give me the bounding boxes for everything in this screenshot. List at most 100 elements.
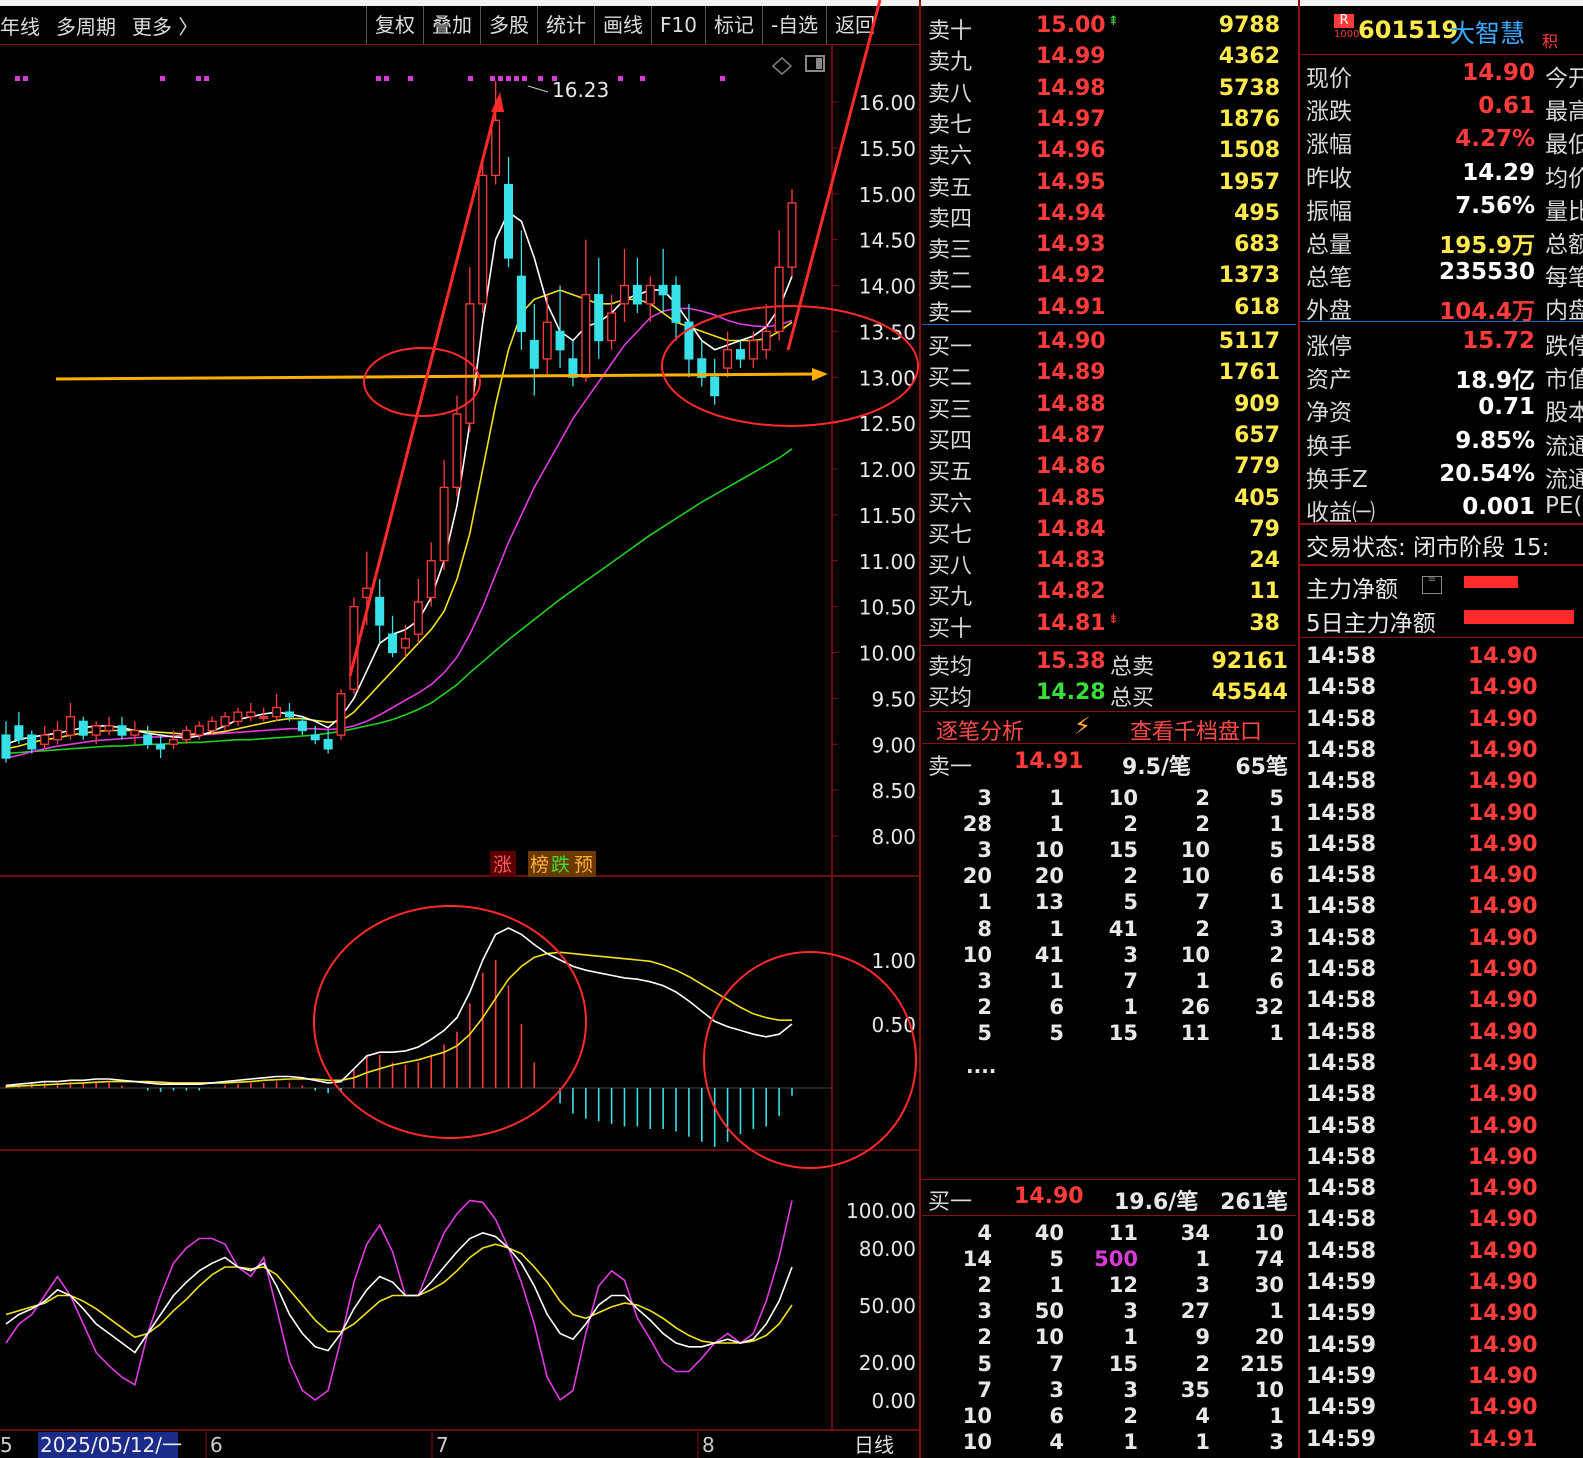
ask-level-row[interactable]: 卖七 14.97 1876 <box>922 106 1296 138</box>
bid-level-label: 买二 <box>928 366 973 392</box>
queue-cell: 1 <box>977 890 992 915</box>
ranking-tag[interactable]: 榜 <box>530 854 549 876</box>
bid-level-row[interactable]: 买五 14.86 779 <box>922 453 1296 485</box>
bid-level-price: 14.89 <box>1036 360 1106 386</box>
diamond-icon[interactable] <box>771 56 793 76</box>
panel-toggle-icon-fill <box>816 58 822 69</box>
queue-cell: 26 <box>1180 994 1210 1019</box>
ask-level-row[interactable]: 卖三 14.93 683 <box>922 231 1296 263</box>
queue-row: 10 4 1 1 3 <box>922 1430 1296 1456</box>
stat-label: 振幅 <box>1306 198 1352 225</box>
stat-label-secondary: 今开 <box>1545 66 1583 92</box>
stat-label-secondary: 总额 <box>1545 232 1583 258</box>
lightning-icon[interactable]: ⚡ <box>1074 712 1091 740</box>
ask-level-row[interactable]: 卖九 14.99 4362 <box>922 43 1296 75</box>
forecast-tag[interactable]: 预 <box>574 854 593 876</box>
price-tick-label: 11.00 <box>859 550 916 574</box>
ask-level-row[interactable]: 卖六 14.96 1508 <box>922 137 1296 170</box>
bid-level-row[interactable]: 买六 14.85 405 <box>922 485 1296 517</box>
ask-level-label: 卖十 <box>928 19 973 44</box>
ask-level-volume: 1957 <box>1218 169 1280 195</box>
bid-level-volume: 38 <box>1249 610 1280 636</box>
stock-badge-bottom: 1000 <box>1334 29 1360 40</box>
queue-cell: 3 <box>977 838 992 863</box>
tick-time: 14:58 <box>1306 957 1377 982</box>
candle-body <box>156 743 166 750</box>
bid-level-row[interactable]: 买九 14.82 11 <box>922 578 1296 610</box>
queue-cell: 10 <box>1180 838 1210 863</box>
tick-analysis-tab[interactable]: 逐笔分析 <box>936 714 1024 746</box>
tabs-bottom-divider <box>922 743 1296 744</box>
ask-level-label: 卖六 <box>928 144 973 170</box>
ask-level-row[interactable]: 卖八 14.98 5738 <box>922 75 1296 107</box>
tick-row: 14:58 14.90 <box>1300 1237 1570 1268</box>
bid-level-row[interactable]: 买二 14.89 1761 <box>922 359 1296 392</box>
tick-time: 14:58 <box>1306 644 1377 669</box>
candle-body <box>787 202 797 268</box>
queue-cell: 3 <box>977 968 992 993</box>
stat-row: 涨跌 0.61 最高 <box>1300 91 1583 125</box>
candlesticks <box>1 80 797 763</box>
tick-time: 14:59 <box>1306 1332 1377 1358</box>
bid-level-row[interactable]: 买七 14.84 79 <box>922 516 1296 548</box>
period-label[interactable]: 日线 <box>854 1433 894 1457</box>
bid-queue-label: 买一 <box>928 1190 973 1215</box>
bid-level-row[interactable]: 买四 14.87 657 <box>922 422 1296 454</box>
bid-level-row[interactable]: 买三 14.88 909 <box>922 391 1296 423</box>
queue-cell: 6 <box>1049 994 1064 1019</box>
tick-time: 14:58 <box>1306 769 1377 795</box>
ask-queue-more[interactable]: .... <box>966 1054 996 1078</box>
queue-row: 10 6 2 4 1 <box>922 1404 1296 1430</box>
ask-level-row[interactable]: 卖五 14.95 1957 <box>922 169 1296 201</box>
tick-price: 14.90 <box>1468 769 1538 795</box>
bid-level-row[interactable]: 买十 14.81 ⇟ 38 <box>922 610 1296 642</box>
tick-price: 14.90 <box>1468 706 1538 732</box>
bid-level-volume: 11 <box>1249 579 1280 605</box>
queue-cell: 1 <box>1123 1429 1138 1454</box>
bid-level-row[interactable]: 买八 14.83 24 <box>922 547 1296 579</box>
queue-cell: 10 <box>1034 1325 1064 1350</box>
kline-chart-area[interactable]: 16.0015.5015.0014.5014.0013.5013.0012.50… <box>0 0 922 1458</box>
ask-queue-header: 卖一 14.91 9.5/笔 65笔 <box>922 748 1296 780</box>
ask-level-row[interactable]: 卖二 14.92 1373 <box>922 262 1296 294</box>
drop-tag[interactable]: 跌 <box>551 854 570 876</box>
order-book: 卖十 15.00 ⇞ 9788 卖九 14.99 4362 卖八 14.98 5738 卖七 14.9… <box>922 8 1296 1458</box>
ask-level-volume: 1508 <box>1218 138 1280 164</box>
limit-up-tag[interactable]: 涨 <box>493 854 512 876</box>
buy-average-row: 买均 14.28 总买 45544 <box>922 679 1296 711</box>
tick-row: 14:58 14.90 <box>1300 1080 1570 1111</box>
depth-view-tab[interactable]: 查看千档盘口 <box>1130 714 1262 746</box>
tick-price: 14.90 <box>1468 1207 1538 1233</box>
candle-body <box>233 711 243 722</box>
queue-cell: 40 <box>1034 1221 1064 1245</box>
date-tick-left: 5 <box>0 1433 13 1457</box>
queue-cell: 10 <box>1108 786 1138 810</box>
stat-value: 235530 <box>1438 259 1535 286</box>
bid-level-volume: 779 <box>1234 454 1280 480</box>
ask-level-row[interactable]: 卖十 15.00 ⇞ 9788 <box>922 12 1296 44</box>
queue-cell: 10 <box>1180 864 1210 889</box>
queue-cell: 3 <box>1269 1429 1284 1454</box>
bid-level-row[interactable]: 买一 14.90 5117 <box>922 328 1296 360</box>
candle-body <box>284 711 294 718</box>
ask-level-price: 14.96 <box>1036 138 1106 164</box>
price-tick-label: 9.00 <box>871 733 916 757</box>
stat-value: 14.90 <box>1462 60 1535 86</box>
ask-level-row[interactable]: 卖四 14.94 495 <box>922 200 1296 232</box>
candle-body <box>14 725 24 741</box>
queue-cell: 10 <box>962 942 992 967</box>
ask-level-row[interactable]: 卖一 14.91 618 <box>922 294 1296 326</box>
bid-level-price: 14.90 <box>1036 329 1106 354</box>
candle-body <box>65 716 75 736</box>
queue-cell: 4 <box>977 1221 992 1245</box>
stock-name[interactable]: 大智慧 <box>1450 14 1525 50</box>
queue-cell: 7 <box>1049 1351 1064 1376</box>
tick-price: 14.90 <box>1468 957 1538 982</box>
stat-row: 资产 18.9亿 市值 <box>1300 359 1583 394</box>
list-icon[interactable]: ≡ <box>1422 575 1442 594</box>
tick-row: 14:59 14.90 <box>1300 1331 1570 1362</box>
queue-row: 1 13 5 7 1 <box>922 890 1296 916</box>
bid-level-price: 14.86 <box>1036 454 1106 480</box>
queue-cell: 3 <box>1195 1273 1210 1298</box>
stock-code: 601519 <box>1358 16 1459 44</box>
